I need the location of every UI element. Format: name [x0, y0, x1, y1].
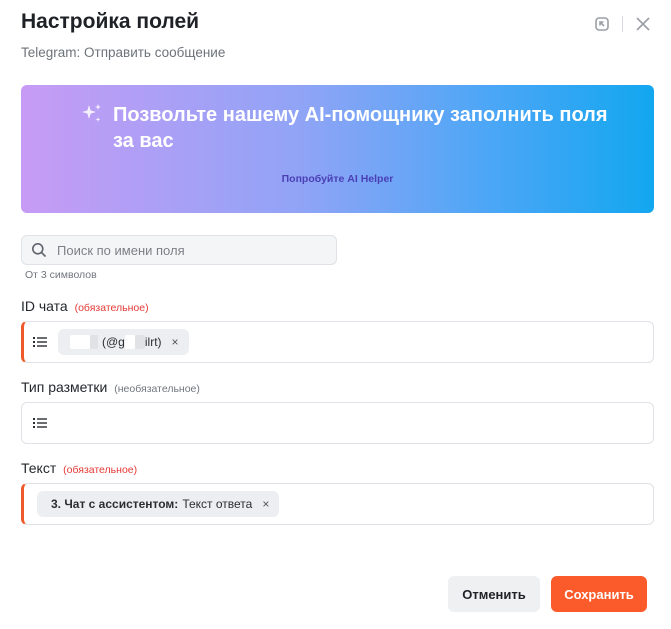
required-tag: (обязательное)	[63, 464, 138, 476]
cancel-button[interactable]: Отменить	[448, 576, 540, 612]
list-icon	[33, 337, 47, 347]
ai-banner-headline: Позвольте нашему AI-помощнику заполнить …	[113, 104, 608, 152]
chip-remove-icon[interactable]: ×	[262, 497, 269, 511]
chip-remove-icon[interactable]: ×	[172, 335, 179, 349]
required-tag: (обязательное)	[74, 302, 149, 314]
field-search	[21, 235, 337, 265]
chat-id-chip[interactable]: (@g ilrt) ×	[58, 329, 189, 355]
sparkles-icon	[80, 102, 104, 131]
field-label-chat-id: ID чата (обязательное)	[21, 298, 149, 314]
save-button[interactable]: Сохранить	[551, 576, 647, 612]
window-restore-icon[interactable]	[592, 14, 612, 34]
field-label-text: ID чата	[21, 298, 68, 314]
text-field[interactable]: 3. Чат с ассистентом: Текст ответа ×	[21, 483, 654, 525]
chip-suffix: ilrt)	[144, 335, 162, 349]
chat-id-field[interactable]: (@g ilrt) ×	[21, 321, 654, 363]
field-label-text-message: Текст (обязательное)	[21, 460, 137, 476]
field-label-markup-type: Тип разметки (необязательное)	[21, 379, 200, 395]
chip-step-label: 3. Чат с ассистентом:	[51, 497, 179, 511]
search-hint: От 3 символов	[25, 269, 97, 281]
optional-tag: (необязательное)	[114, 383, 200, 395]
redacted-block	[134, 335, 145, 349]
modal-title: Настройка полей	[21, 10, 200, 33]
chip-prefix: (@g	[102, 335, 125, 349]
header-actions	[592, 14, 653, 34]
redacted-block	[70, 335, 90, 349]
markup-type-field[interactable]	[21, 402, 654, 444]
redacted-block	[124, 335, 135, 349]
header-divider	[622, 16, 623, 32]
field-label-text: Текст	[21, 460, 57, 476]
search-icon	[32, 243, 47, 258]
text-chip[interactable]: 3. Чат с ассистентом: Текст ответа ×	[37, 491, 280, 517]
chip-value: Текст ответа	[182, 497, 253, 511]
modal-subtitle: Telegram: Отправить сообщение	[21, 45, 226, 60]
list-icon	[33, 418, 47, 428]
search-input[interactable]	[57, 242, 317, 258]
close-icon[interactable]	[633, 14, 653, 34]
ai-helper-link[interactable]: Попробуйте AI Helper	[21, 173, 654, 185]
field-label-text: Тип разметки	[21, 379, 108, 395]
redacted-block	[90, 335, 98, 349]
ai-helper-banner: Позвольте нашему AI-помощнику заполнить …	[21, 85, 654, 213]
